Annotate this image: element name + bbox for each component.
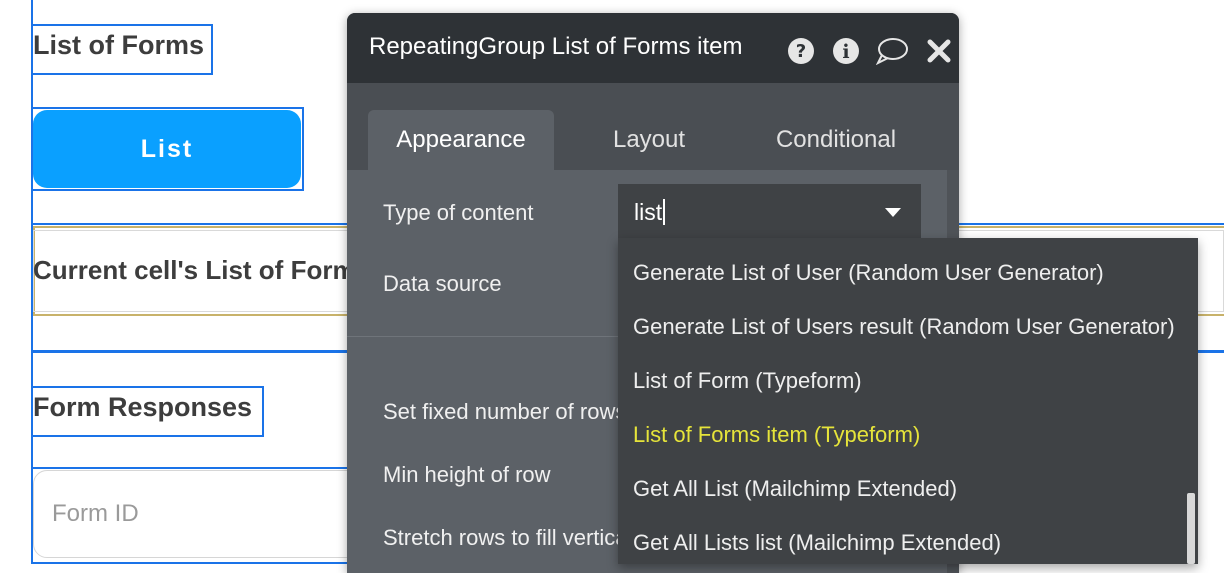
help-icon[interactable]: ? [787, 37, 815, 65]
tab-conditional[interactable]: Conditional [747, 110, 925, 170]
dropdown-option[interactable]: Generate List of Users result (Random Us… [633, 314, 1175, 340]
dropdown-scrollbar-thumb[interactable] [1187, 493, 1195, 564]
dropdown-options-list: Generate List of User (Random User Gener… [618, 238, 1198, 564]
tab-layout[interactable]: Layout [567, 110, 731, 170]
panel-title: RepeatingGroup List of Forms item [369, 33, 743, 60]
panel-header[interactable]: RepeatingGroup List of Forms item ? i [347, 13, 959, 83]
tabs-bar: Appearance Layout Conditional [347, 83, 959, 170]
min-height-label: Min height of row [383, 462, 551, 487]
tab-appearance[interactable]: Appearance [368, 110, 554, 170]
data-source-label: Data source [383, 271, 502, 296]
dropdown-option[interactable]: Generate List of User (Random User Gener… [633, 260, 1104, 286]
type-of-content-label: Type of content [383, 200, 534, 225]
dropdown-option-highlighted[interactable]: List of Forms item (Typeform) [633, 422, 920, 448]
dropdown-search-text[interactable]: list [634, 199, 662, 226]
close-icon[interactable] [925, 37, 953, 65]
dropdown-option[interactable]: Get All Lists list (Mailchimp Extended) [633, 530, 1001, 556]
page-heading[interactable]: List of Forms [33, 30, 204, 61]
form-responses-heading[interactable]: Form Responses [33, 392, 252, 423]
svg-text:?: ? [796, 41, 806, 62]
svg-text:i: i [842, 41, 849, 63]
info-icon[interactable]: i [832, 37, 860, 65]
text-caret [663, 199, 666, 225]
comment-icon[interactable] [875, 37, 909, 65]
type-of-content-dropdown[interactable]: list [618, 184, 921, 240]
dropdown-option[interactable]: Get All List (Mailchimp Extended) [633, 476, 957, 502]
chevron-down-icon[interactable] [885, 208, 901, 217]
list-button[interactable]: List [33, 110, 301, 188]
current-cell-text[interactable]: Current cell's List of Forms [33, 255, 370, 286]
dropdown-option[interactable]: List of Form (Typeform) [633, 368, 862, 394]
fixed-rows-label: Set fixed number of rows [383, 399, 627, 424]
